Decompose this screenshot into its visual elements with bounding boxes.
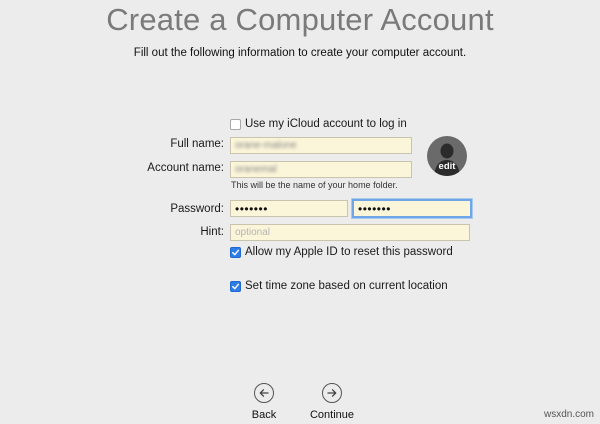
account-name-field[interactable]: oranemal	[230, 161, 412, 178]
page-subtitle: Fill out the following information to cr…	[133, 47, 467, 59]
back-label: Back	[251, 409, 277, 421]
verify-password-field[interactable]: •••••••	[352, 199, 472, 218]
timezone-label: Set time zone based on current location	[245, 280, 448, 292]
password-label: Password:	[170, 203, 224, 215]
avatar-edit-label: edit	[438, 161, 456, 172]
hint-placeholder: optional	[235, 227, 271, 238]
icloud-checkbox[interactable]	[230, 118, 241, 130]
back-button[interactable]: Back	[234, 383, 294, 421]
timezone-checkbox[interactable]	[230, 280, 241, 292]
full-name-label: Full name:	[170, 138, 224, 150]
full-name-field[interactable]: orane-malone	[230, 137, 412, 154]
continue-arrow-circle[interactable]	[322, 383, 342, 403]
account-name-value: oranemal	[235, 164, 277, 175]
password-value: •••••••	[235, 201, 268, 216]
hint-field[interactable]: optional	[230, 224, 470, 241]
password-field[interactable]: •••••••	[230, 200, 348, 217]
account-name-label: Account name:	[147, 162, 224, 174]
verify-password-value: •••••••	[358, 201, 391, 216]
user-avatar[interactable]: edit	[427, 136, 467, 176]
watermark-text: wsxdn.com	[543, 409, 594, 420]
checkmark-icon	[232, 249, 240, 255]
apple-id-reset-label: Allow my Apple ID to reset this password	[245, 246, 453, 258]
icloud-checkbox-row[interactable]: Use my iCloud account to log in	[230, 118, 407, 130]
icloud-checkbox-label: Use my iCloud account to log in	[245, 118, 407, 130]
home-folder-note: This will be the name of your home folde…	[231, 180, 398, 190]
full-name-value: orane-malone	[235, 140, 297, 151]
arrow-left-icon	[259, 389, 269, 397]
continue-label: Continue	[309, 409, 355, 421]
arrow-right-icon	[327, 389, 337, 397]
checkmark-icon	[232, 283, 240, 289]
apple-id-reset-row[interactable]: Allow my Apple ID to reset this password	[230, 246, 453, 258]
continue-button[interactable]: Continue	[302, 383, 362, 421]
apple-id-reset-checkbox[interactable]	[230, 246, 241, 258]
back-arrow-circle[interactable]	[254, 383, 274, 403]
hint-label: Hint:	[200, 226, 224, 238]
timezone-row[interactable]: Set time zone based on current location	[230, 280, 448, 292]
page-title: Create a Computer Account	[106, 2, 494, 37]
